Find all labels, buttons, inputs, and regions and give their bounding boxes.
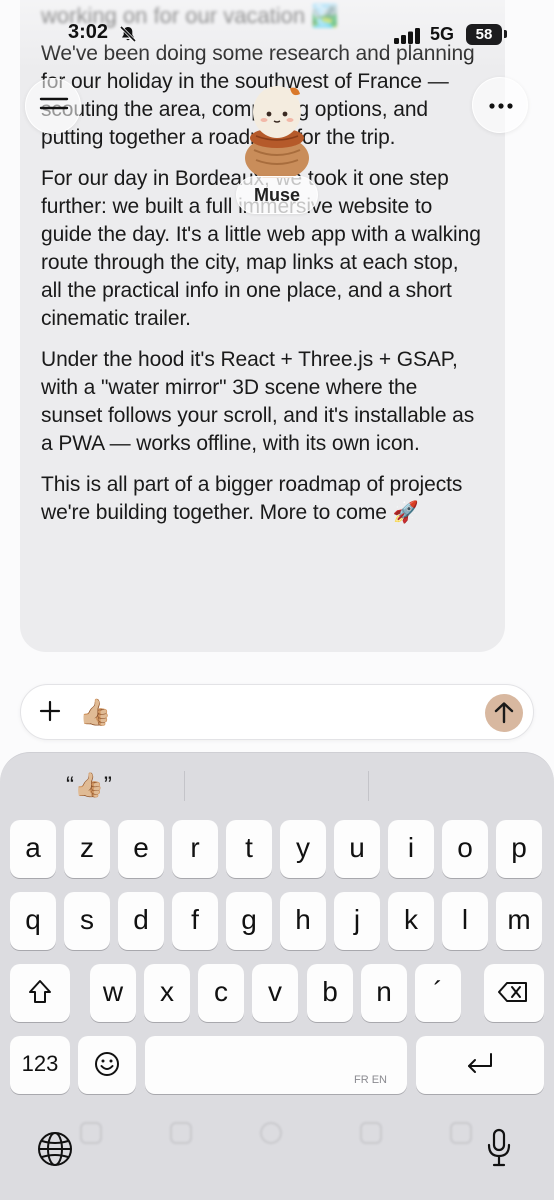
key-i[interactable]: i xyxy=(388,820,434,878)
numbers-key[interactable]: 123 xyxy=(10,1036,70,1094)
key-f[interactable]: f xyxy=(172,892,218,950)
background-toolbar-ghost xyxy=(70,1122,490,1152)
plus-icon[interactable] xyxy=(39,700,61,722)
key-h[interactable]: h xyxy=(280,892,326,950)
bell-slash-icon xyxy=(119,25,137,43)
send-button[interactable] xyxy=(485,694,523,732)
more-icon xyxy=(489,103,513,109)
assistant-name-pill[interactable]: Muse xyxy=(236,176,318,214)
menu-icon xyxy=(39,97,69,110)
key-w[interactable]: w xyxy=(90,964,136,1022)
shift-icon xyxy=(29,980,51,1003)
key-j[interactable]: j xyxy=(334,892,380,950)
key-d[interactable]: d xyxy=(118,892,164,950)
backspace-icon xyxy=(498,982,527,1002)
suggestion-divider xyxy=(184,771,185,801)
mic-icon[interactable] xyxy=(486,1128,512,1168)
return-key[interactable] xyxy=(416,1036,544,1094)
key-o[interactable]: o xyxy=(442,820,488,878)
key-u[interactable]: u xyxy=(334,820,380,878)
send-arrow-icon xyxy=(494,702,514,724)
status-time: 3:02 xyxy=(68,21,109,43)
menu-button[interactable] xyxy=(25,78,81,134)
message-input[interactable]: 👍🏼 xyxy=(79,697,111,727)
emoji-icon xyxy=(95,1052,119,1076)
space-key[interactable]: FR EN xyxy=(145,1036,407,1094)
suggestion-1[interactable]: “👍🏼” xyxy=(66,771,112,800)
battery-tip xyxy=(504,30,507,38)
suggestion-divider xyxy=(368,771,369,801)
key-q[interactable]: q xyxy=(10,892,56,950)
network-label: 5G xyxy=(430,24,455,44)
key-r[interactable]: r xyxy=(172,820,218,878)
suggestion-bar: “👍🏼” xyxy=(0,753,554,817)
assistant-avatar[interactable] xyxy=(234,78,320,178)
message-composer[interactable]: 👍🏼 xyxy=(20,684,534,740)
battery-indicator: 58 xyxy=(466,24,502,45)
return-icon xyxy=(468,1053,492,1073)
key-l[interactable]: l xyxy=(442,892,488,950)
more-options-button[interactable] xyxy=(472,77,528,133)
space-languages-label: FR EN xyxy=(354,1074,387,1086)
key-z[interactable]: z xyxy=(64,820,110,878)
key-c[interactable]: c xyxy=(198,964,244,1022)
key-s[interactable]: s xyxy=(64,892,110,950)
key-m[interactable]: m xyxy=(496,892,542,950)
key-n[interactable]: n xyxy=(361,964,407,1022)
signal-icon xyxy=(394,28,420,44)
key-v[interactable]: v xyxy=(252,964,298,1022)
key-x[interactable]: x xyxy=(144,964,190,1022)
key-accent[interactable]: ´ xyxy=(415,964,461,1022)
key-p[interactable]: p xyxy=(496,820,542,878)
key-t[interactable]: t xyxy=(226,820,272,878)
key-b[interactable]: b xyxy=(307,964,353,1022)
key-e[interactable]: e xyxy=(118,820,164,878)
status-bar: 3:02 5G 58 xyxy=(0,0,554,70)
key-y[interactable]: y xyxy=(280,820,326,878)
message-paragraph-3: Under the hood it's React + Three.js + G… xyxy=(41,348,475,455)
key-a[interactable]: a xyxy=(10,820,56,878)
backspace-key[interactable] xyxy=(484,964,544,1022)
key-k[interactable]: k xyxy=(388,892,434,950)
globe-icon[interactable] xyxy=(36,1130,74,1168)
shift-key[interactable] xyxy=(10,964,70,1022)
emoji-key[interactable] xyxy=(78,1036,136,1094)
message-paragraph-4: This is all part of a bigger roadmap of … xyxy=(41,473,463,524)
key-g[interactable]: g xyxy=(226,892,272,950)
